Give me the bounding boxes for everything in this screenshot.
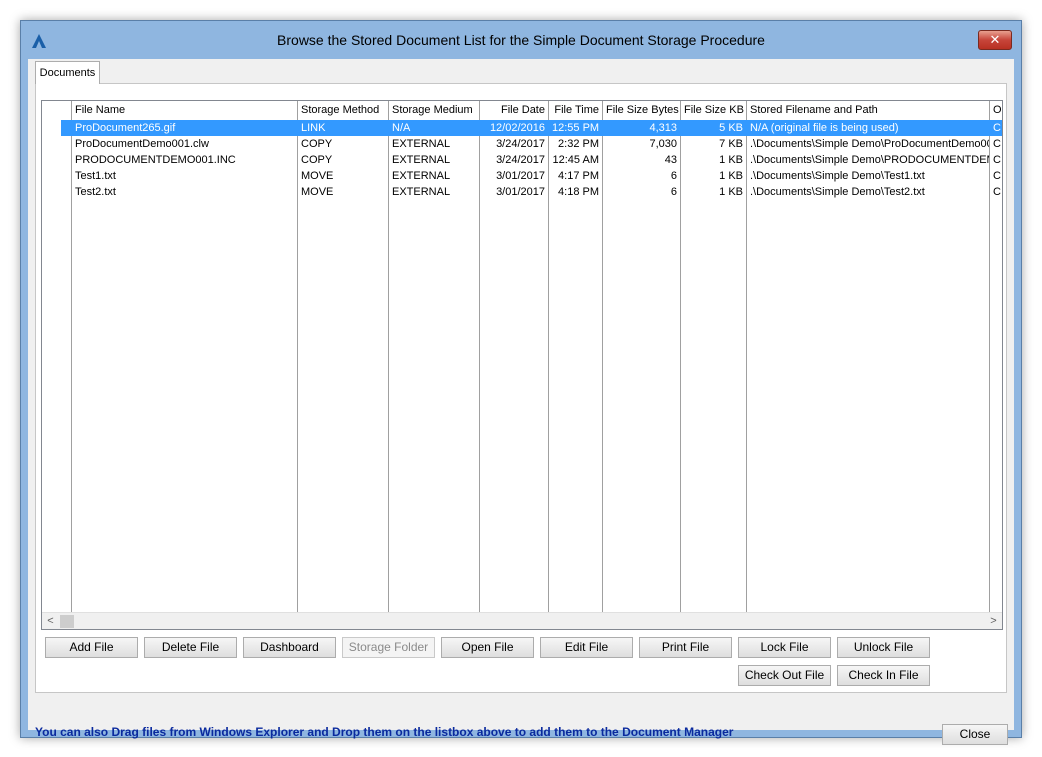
column-header-stored-path[interactable]: Stored Filename and Path (747, 101, 989, 120)
cell-file-date: 3/01/2017 (496, 186, 545, 198)
lock-file-button[interactable]: Lock File (738, 637, 831, 658)
cell-truncated: C (993, 186, 1001, 198)
cell-storage-medium: EXTERNAL (392, 186, 451, 198)
list-header: File Name Storage Method Storage Medium … (42, 101, 1002, 120)
documents-tab-panel: File Name Storage Method Storage Medium … (35, 83, 1007, 693)
cell-file-size-kb: 1 KB (719, 186, 743, 198)
cell-file-size-kb: 1 KB (719, 154, 743, 166)
close-button[interactable]: Close (942, 724, 1008, 745)
table-row[interactable]: ProDocumentDemo001.clw COPY EXTERNAL 3/2… (42, 136, 1002, 152)
column-header-file-size-kb[interactable]: File Size KB (681, 101, 746, 120)
window-close-button[interactable]: ✕ (978, 30, 1012, 50)
cell-stored-path: .\Documents\Simple Demo\ProDocumentDemo0… (750, 138, 989, 150)
cell-truncated: C (993, 154, 1001, 166)
storage-folder-button[interactable]: Storage Folder (342, 637, 435, 658)
cell-file-date: 3/24/2017 (496, 138, 545, 150)
cell-file-name: Test2.txt (75, 186, 116, 198)
cell-file-time: 12:45 AM (552, 154, 599, 166)
cell-file-name: ProDocumentDemo001.clw (75, 138, 209, 150)
drag-drop-hint: You can also Drag files from Windows Exp… (35, 725, 734, 739)
open-file-button[interactable]: Open File (441, 637, 534, 658)
edit-file-button[interactable]: Edit File (540, 637, 633, 658)
delete-file-button[interactable]: Delete File (144, 637, 237, 658)
cell-truncated: C (993, 122, 1001, 134)
scroll-left-icon[interactable]: < (42, 613, 59, 629)
window-client-area: Documents File Name Storage Method Stora… (28, 59, 1014, 745)
cell-storage-method: MOVE (301, 170, 334, 182)
table-row[interactable]: Test1.txt MOVE EXTERNAL 3/01/2017 4:17 P… (42, 168, 1002, 184)
cell-truncated: C (993, 170, 1001, 182)
cell-stored-path: .\Documents\Simple Demo\Test2.txt (750, 186, 925, 198)
column-header-file-time[interactable]: File Time (549, 101, 602, 120)
cell-storage-method: COPY (301, 138, 333, 150)
cell-file-name: ProDocument265.gif (75, 122, 176, 134)
cell-file-size-bytes: 4,313 (649, 122, 677, 134)
title-bar[interactable]: Browse the Stored Document List for the … (21, 21, 1021, 59)
cell-storage-medium: EXTERNAL (392, 138, 451, 150)
scroll-right-icon[interactable]: > (985, 613, 1002, 629)
cell-storage-medium: EXTERNAL (392, 170, 451, 182)
cell-file-size-kb: 1 KB (719, 170, 743, 182)
cell-file-name: Test1.txt (75, 170, 116, 182)
main-window: Browse the Stored Document List for the … (20, 20, 1022, 745)
cell-storage-medium: N/A (392, 122, 411, 134)
table-row[interactable]: PRODOCUMENTDEMO001.INC COPY EXTERNAL 3/2… (42, 152, 1002, 168)
tab-documents[interactable]: Documents (35, 61, 100, 84)
cell-storage-medium: EXTERNAL (392, 154, 451, 166)
column-header-storage-method[interactable]: Storage Method (298, 101, 388, 120)
cell-storage-method: COPY (301, 154, 333, 166)
dashboard-button[interactable]: Dashboard (243, 637, 336, 658)
cell-file-size-bytes: 43 (664, 154, 677, 166)
cell-file-time: 4:17 PM (558, 170, 599, 182)
cell-file-name: PRODOCUMENTDEMO001.INC (75, 154, 236, 166)
cell-file-size-kb: 7 KB (719, 138, 743, 150)
column-header-storage-medium[interactable]: Storage Medium (389, 101, 479, 120)
cell-file-size-bytes: 7,030 (649, 138, 677, 150)
cell-file-size-kb: 5 KB (719, 122, 743, 134)
cell-stored-path: .\Documents\Simple Demo\Test1.txt (750, 170, 925, 182)
cell-file-time: 12:55 PM (552, 122, 600, 134)
cell-storage-method: MOVE (301, 186, 334, 198)
cell-file-date: 3/01/2017 (496, 170, 545, 182)
add-file-button[interactable]: Add File (45, 637, 138, 658)
scroll-thumb[interactable] (60, 615, 74, 628)
cell-stored-path: N/A (original file is being used) (750, 122, 899, 134)
cell-file-size-bytes: 6 (670, 186, 677, 198)
window-title: Browse the Stored Document List for the … (277, 32, 765, 48)
cell-stored-path: .\Documents\Simple Demo\PRODOCUMENTDEM (750, 154, 989, 166)
table-row[interactable]: Test2.txt MOVE EXTERNAL 3/01/2017 4:18 P… (42, 184, 1002, 200)
column-header-file-size-bytes[interactable]: File Size Bytes (603, 101, 680, 120)
column-header-truncated[interactable]: O (990, 101, 1002, 120)
horizontal-scrollbar[interactable]: < > (42, 612, 1002, 629)
cell-file-date: 12/02/2016 (489, 122, 545, 134)
unlock-file-button[interactable]: Unlock File (837, 637, 930, 658)
column-header-file-date[interactable]: File Date (480, 101, 548, 120)
cell-file-time: 4:18 PM (558, 186, 599, 198)
cell-file-time: 2:32 PM (558, 138, 599, 150)
check-in-file-button[interactable]: Check In File (837, 665, 930, 686)
cell-file-size-bytes: 6 (670, 170, 677, 182)
document-listbox[interactable]: File Name Storage Method Storage Medium … (41, 100, 1003, 630)
print-file-button[interactable]: Print File (639, 637, 732, 658)
cell-file-date: 3/24/2017 (496, 154, 545, 166)
cell-truncated: C (993, 138, 1001, 150)
cell-storage-method: LINK (301, 122, 326, 134)
table-row[interactable]: ProDocument265.gif LINK N/A 12/02/2016 1… (61, 120, 1002, 136)
column-header-file-name[interactable]: File Name (72, 101, 297, 120)
check-out-file-button[interactable]: Check Out File (738, 665, 831, 686)
